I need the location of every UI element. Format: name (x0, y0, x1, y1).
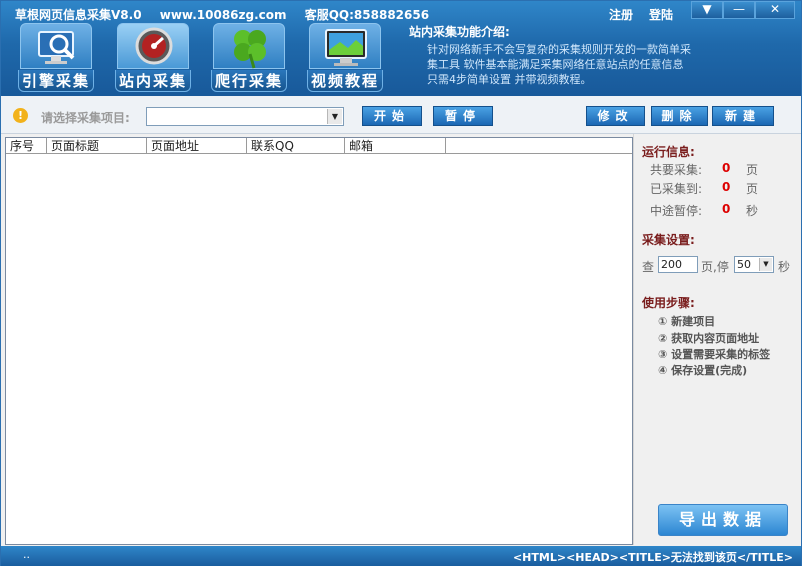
gauge-icon (117, 23, 189, 69)
export-data-button[interactable]: 导出数据 (658, 504, 788, 536)
stat-unit: 秒 (746, 204, 759, 218)
edit-button[interactable]: 修改 (586, 106, 645, 126)
stat-value: 0 (722, 180, 731, 194)
video-monitor-icon (309, 23, 381, 69)
column-header-qq[interactable]: 联系QQ (247, 138, 345, 154)
step-item: ② 获取内容页面地址 (658, 332, 760, 345)
stat-value: 0 (722, 161, 731, 175)
status-bar: .. <HTML><HEAD><TITLE>无法找到该页</TITLE> (1, 546, 801, 566)
step-item: ④ 保存设置(完成) (658, 364, 748, 377)
settings-middle: 页,停 (701, 260, 729, 274)
side-panel: 运行信息: 共要采集: 0 页 已采集到: 0 页 中途暂停: 0 秒 采集设置… (633, 134, 801, 545)
stat-label: 已采集到: (650, 182, 703, 196)
nav-site-collect[interactable]: 站内采集 (115, 23, 191, 93)
step-item: ① 新建项目 (658, 315, 716, 328)
column-header-title[interactable]: 页面标题 (47, 138, 147, 154)
intro-line: 只需4步简单设置 并带视频教程。 (427, 73, 592, 86)
run-info-title: 运行信息: (642, 145, 695, 159)
website-url: www.10086zg.com (159, 8, 287, 22)
app-window: 草根网页信息采集V8.0 www.10086zg.com 客服QQ:858882… (0, 0, 802, 566)
stat-total: 共要采集: 0 页 (650, 161, 800, 178)
column-header-email[interactable]: 邮箱 (345, 138, 446, 154)
search-monitor-icon (20, 23, 92, 69)
status-message: <HTML><HEAD><TITLE>无法找到该页</TITLE> (512, 551, 793, 564)
stat-label: 共要采集: (650, 163, 703, 177)
close-button[interactable]: ✕ (755, 1, 795, 19)
settings-title: 采集设置: (642, 233, 695, 247)
info-icon: ! (13, 108, 28, 123)
toolbar: ! 请选择采集项目: ▼ 开始 暂停 修改 删除 新建 (1, 96, 801, 134)
nav-label: 引擎采集 (18, 70, 94, 92)
stat-value: 0 (722, 202, 731, 216)
settings-prefix: 查 (642, 260, 655, 274)
column-header-url[interactable]: 页面地址 (147, 138, 247, 154)
support-qq: 客服QQ:858882656 (304, 8, 430, 22)
project-select[interactable]: ▼ (146, 107, 344, 126)
pages-input[interactable]: 200 (658, 256, 698, 273)
intro-title: 站内采集功能介绍: (409, 25, 510, 39)
seconds-value: 50 (737, 258, 751, 271)
nav-crawl-collect[interactable]: 爬行采集 (211, 23, 287, 93)
column-header-index[interactable]: 序号 (6, 138, 47, 154)
pause-button[interactable]: 暂停 (433, 106, 493, 126)
clover-icon (213, 23, 285, 69)
steps-title: 使用步骤: (642, 296, 695, 310)
nav-label: 站内采集 (115, 70, 191, 92)
nav-label: 爬行采集 (211, 70, 287, 92)
menu-button[interactable]: ▼ (691, 1, 723, 19)
seconds-select[interactable]: 50 ▼ (734, 256, 774, 273)
project-select-label: 请选择采集项目: (41, 111, 130, 125)
intro-line: 针对网络新手不会写复杂的采集规则开发的一款简单采 (427, 43, 691, 56)
register-link[interactable]: 注册 (609, 6, 633, 23)
stat-label: 中途暂停: (650, 204, 703, 218)
nav-label: 视频教程 (307, 70, 383, 92)
feature-intro: 站内采集功能介绍: 针对网络新手不会写复杂的采集规则开发的一款简单采 集工具 软… (409, 23, 739, 87)
stat-collected: 已采集到: 0 页 (650, 180, 800, 197)
table-body[interactable] (6, 154, 632, 544)
table-header: 序号 页面标题 页面地址 联系QQ 邮箱 (6, 138, 632, 154)
nav-video-tutorial[interactable]: 视频教程 (307, 23, 383, 93)
delete-button[interactable]: 删除 (651, 106, 708, 126)
login-link[interactable]: 登陆 (649, 6, 673, 23)
nav-engine-collect[interactable]: 引擎采集 (18, 23, 94, 93)
header: 草根网页信息采集V8.0 www.10086zg.com 客服QQ:858882… (1, 1, 801, 96)
intro-line: 集工具 软件基本能满足采集网络任意站点的任意信息 (427, 58, 684, 71)
stat-unit: 页 (746, 182, 759, 196)
minimize-button[interactable]: — (723, 1, 755, 19)
status-left: .. (23, 548, 30, 561)
start-button[interactable]: 开始 (362, 106, 422, 126)
new-button[interactable]: 新建 (712, 106, 774, 126)
chevron-down-icon[interactable]: ▼ (759, 258, 772, 271)
stat-unit: 页 (746, 163, 759, 177)
stat-paused: 中途暂停: 0 秒 (650, 202, 800, 219)
intro-body: 针对网络新手不会写复杂的采集规则开发的一款简单采 集工具 软件基本能满足采集网络… (409, 42, 739, 87)
results-table[interactable]: 序号 页面标题 页面地址 联系QQ 邮箱 (5, 137, 633, 545)
title-bar: 草根网页信息采集V8.0 www.10086zg.com 客服QQ:858882… (15, 6, 443, 23)
settings-suffix: 秒 (778, 260, 791, 274)
app-title: 草根网页信息采集V8.0 (15, 8, 142, 22)
step-item: ③ 设置需要采集的标签 (658, 348, 771, 361)
chevron-down-icon[interactable]: ▼ (327, 109, 342, 124)
